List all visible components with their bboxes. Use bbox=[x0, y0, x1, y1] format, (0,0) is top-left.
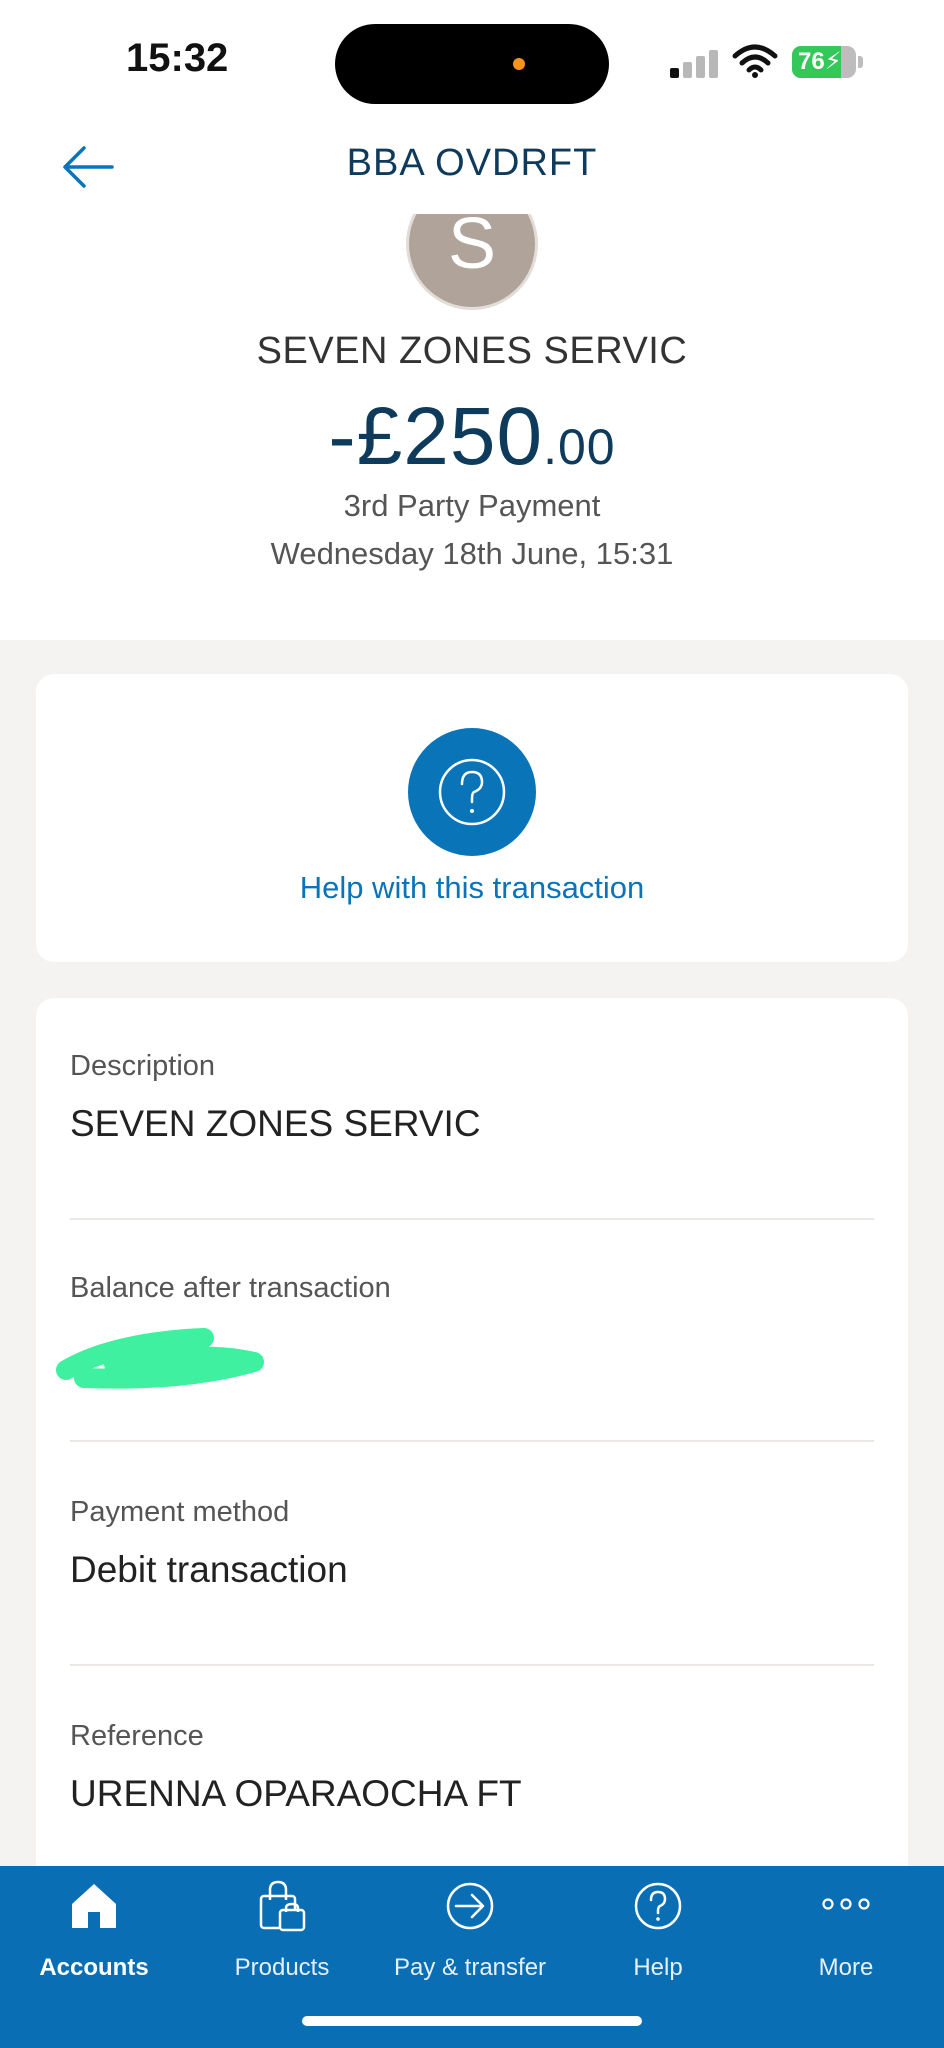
help-card[interactable]: Help with this transaction bbox=[36, 674, 908, 962]
tab-label: Accounts bbox=[39, 1954, 149, 1981]
detail-label: Reference bbox=[70, 1720, 204, 1752]
amount-main: -£250 bbox=[328, 391, 544, 482]
camera-indicator-dot bbox=[513, 58, 525, 70]
question-circle-icon bbox=[438, 758, 506, 826]
home-indicator bbox=[302, 2016, 642, 2026]
arrow-circle-icon bbox=[446, 1882, 494, 1930]
detail-balance: Balance after transaction bbox=[70, 1272, 874, 1325]
tab-label: Help bbox=[633, 1954, 683, 1981]
tab-more[interactable]: More bbox=[752, 1866, 940, 2006]
battery-tip bbox=[858, 56, 863, 68]
more-dots-icon bbox=[822, 1898, 870, 1910]
tab-help[interactable]: Help bbox=[564, 1866, 752, 2006]
detail-value: SEVEN ZONES SERVIC bbox=[70, 1103, 481, 1144]
divider bbox=[70, 1218, 874, 1220]
shopping-bag-icon bbox=[259, 1880, 306, 1932]
divider bbox=[70, 1664, 874, 1666]
detail-label: Payment method bbox=[70, 1496, 290, 1528]
status-time: 15:32 bbox=[126, 36, 229, 80]
tab-products[interactable]: Products bbox=[188, 1866, 376, 2006]
dynamic-island bbox=[335, 24, 609, 104]
page-title: BBA OVDRFT bbox=[346, 142, 598, 184]
merchant-avatar: S bbox=[406, 214, 538, 310]
detail-reference: Reference URENNA OPARAOCHA FT bbox=[70, 1720, 874, 1815]
detail-label: Description bbox=[70, 1050, 216, 1082]
detail-value: URENNA OPARAOCHA FT bbox=[70, 1773, 522, 1814]
divider bbox=[70, 1440, 874, 1442]
detail-label: Balance after transaction bbox=[70, 1272, 391, 1304]
cellular-signal-icon bbox=[670, 48, 720, 78]
tab-label: Pay & transfer bbox=[393, 1954, 547, 1981]
transaction-summary: S SEVEN ZONES SERVIC -£250.00 3rd Party … bbox=[0, 214, 944, 640]
transaction-amount: -£250.00 bbox=[0, 390, 944, 484]
help-link[interactable]: Help with this transaction bbox=[36, 870, 908, 906]
question-circle-icon bbox=[634, 1882, 682, 1930]
tab-label: More bbox=[818, 1954, 874, 1981]
battery-percentage: 76⚡ bbox=[798, 48, 842, 75]
tab-label: Products bbox=[234, 1954, 330, 1981]
help-button[interactable] bbox=[408, 728, 536, 856]
status-bar: 15:32 76⚡ bbox=[0, 0, 944, 120]
tab-accounts[interactable]: Accounts bbox=[0, 1866, 188, 2006]
home-icon bbox=[72, 1884, 116, 1928]
amount-pence: .00 bbox=[543, 419, 616, 475]
transaction-datetime: Wednesday 18th June, 15:31 bbox=[270, 536, 674, 571]
detail-payment-method: Payment method Debit transaction bbox=[70, 1496, 874, 1591]
detail-value: Debit transaction bbox=[70, 1549, 348, 1590]
payment-type: 3rd Party Payment bbox=[343, 488, 601, 523]
redaction-scribble bbox=[56, 1328, 264, 1389]
app-header: BBA OVDRFT bbox=[0, 120, 944, 214]
merchant-name: SEVEN ZONES SERVIC bbox=[256, 330, 688, 372]
detail-description: Description SEVEN ZONES SERVIC bbox=[70, 1050, 874, 1145]
tab-pay-transfer[interactable]: Pay & transfer bbox=[376, 1866, 564, 2006]
wifi-icon bbox=[732, 44, 778, 78]
battery-icon: 76⚡ bbox=[792, 46, 856, 78]
